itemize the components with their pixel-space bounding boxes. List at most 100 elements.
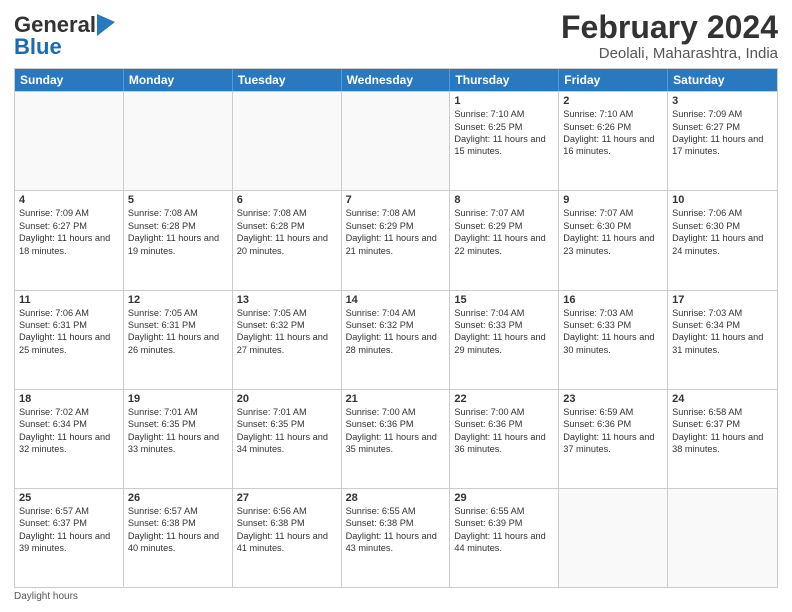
cal-cell-day-25: 25Sunrise: 6:57 AMSunset: 6:37 PMDayligh… <box>15 489 124 587</box>
day-number: 8 <box>454 194 554 206</box>
sunset-text: Sunset: 6:35 PM <box>237 418 337 430</box>
day-number: 14 <box>346 294 446 306</box>
cal-cell-day-5: 5Sunrise: 7:08 AMSunset: 6:28 PMDaylight… <box>124 191 233 289</box>
cal-cell-day-26: 26Sunrise: 6:57 AMSunset: 6:38 PMDayligh… <box>124 489 233 587</box>
main-title: February 2024 <box>561 10 778 45</box>
sunset-text: Sunset: 6:27 PM <box>672 121 773 133</box>
cal-cell-empty <box>342 92 451 190</box>
logo-general: General <box>14 14 96 36</box>
cal-cell-day-23: 23Sunrise: 6:59 AMSunset: 6:36 PMDayligh… <box>559 390 668 488</box>
daylight-text: Daylight: 11 hours and 21 minutes. <box>346 232 446 257</box>
sunset-text: Sunset: 6:28 PM <box>128 220 228 232</box>
subtitle: Deolali, Maharashtra, India <box>561 45 778 62</box>
sunset-text: Sunset: 6:32 PM <box>237 319 337 331</box>
cal-cell-empty <box>233 92 342 190</box>
sunrise-text: Sunrise: 6:59 AM <box>563 406 663 418</box>
cal-row-1: 4Sunrise: 7:09 AMSunset: 6:27 PM Daylight… <box>15 190 777 289</box>
daylight-text: Daylight: 11 hours and 37 minutes. <box>563 431 663 456</box>
sunrise-text: Sunrise: 7:07 AM <box>563 207 663 219</box>
day-number: 10 <box>672 194 773 206</box>
daylight-text: Daylight: 11 hours and 28 minutes. <box>346 331 446 356</box>
cal-cell-day-20: 20Sunrise: 7:01 AMSunset: 6:35 PMDayligh… <box>233 390 342 488</box>
day-number: 2 <box>563 95 663 107</box>
daylight-text: Daylight: 11 hours and 36 minutes. <box>454 431 554 456</box>
cal-cell-day-12: 12Sunrise: 7:05 AMSunset: 6:31 PMDayligh… <box>124 291 233 389</box>
calendar-header-row: SundayMondayTuesdayWednesdayThursdayFrid… <box>15 69 777 91</box>
day-number: 4 <box>19 194 119 206</box>
day-number: 28 <box>346 492 446 504</box>
sunrise-text: Sunrise: 6:55 AM <box>454 505 554 517</box>
day-number: 1 <box>454 95 554 107</box>
sunrise-text: Sunrise: 7:03 AM <box>563 307 663 319</box>
daylight-text: Daylight: 11 hours and 44 minutes. <box>454 530 554 555</box>
sunrise-text: Sunrise: 7:08 AM <box>237 207 337 219</box>
day-number: 12 <box>128 294 228 306</box>
sunset-text: Sunset: 6:34 PM <box>672 319 773 331</box>
sunset-text: Sunset: 6:38 PM <box>346 517 446 529</box>
sunset-text: Sunset: 6:35 PM <box>128 418 228 430</box>
cal-cell-empty <box>559 489 668 587</box>
cal-cell-day-8: 8Sunrise: 7:07 AMSunset: 6:29 PMDaylight… <box>450 191 559 289</box>
sunrise-text: Sunrise: 7:09 AM <box>19 207 119 219</box>
cal-cell-day-15: 15Sunrise: 7:04 AMSunset: 6:33 PMDayligh… <box>450 291 559 389</box>
cal-cell-empty <box>668 489 777 587</box>
footer-note: Daylight hours <box>14 588 778 602</box>
daylight-text: Daylight: 11 hours and 38 minutes. <box>672 431 773 456</box>
day-number: 25 <box>19 492 119 504</box>
sunrise-text: Sunrise: 6:57 AM <box>19 505 119 517</box>
day-number: 7 <box>346 194 446 206</box>
day-number: 11 <box>19 294 119 306</box>
cal-cell-empty <box>124 92 233 190</box>
sunrise-text: Sunrise: 7:08 AM <box>346 207 446 219</box>
cal-cell-day-19: 19Sunrise: 7:01 AMSunset: 6:35 PMDayligh… <box>124 390 233 488</box>
day-number: 24 <box>672 393 773 405</box>
sunrise-text: Sunrise: 7:07 AM <box>454 207 554 219</box>
page: General Blue February 2024 Deolali, Maha… <box>0 0 792 612</box>
cal-cell-day-14: 14Sunrise: 7:04 AMSunset: 6:32 PMDayligh… <box>342 291 451 389</box>
sunrise-text: Sunrise: 7:05 AM <box>237 307 337 319</box>
sunset-text: Sunset: 6:37 PM <box>672 418 773 430</box>
sunrise-text: Sunrise: 7:02 AM <box>19 406 119 418</box>
daylight-text: Daylight: 11 hours and 40 minutes. <box>128 530 228 555</box>
day-number: 29 <box>454 492 554 504</box>
cal-header-wednesday: Wednesday <box>342 69 451 91</box>
daylight-text: Daylight: 11 hours and 33 minutes. <box>128 431 228 456</box>
logo: General Blue <box>14 14 115 59</box>
cal-cell-day-4: 4Sunrise: 7:09 AMSunset: 6:27 PMDaylight… <box>15 191 124 289</box>
sunset-text: Sunset: 6:34 PM <box>19 418 119 430</box>
sunrise-text: Sunrise: 6:57 AM <box>128 505 228 517</box>
sunset-text: Sunset: 6:31 PM <box>19 319 119 331</box>
sunset-text: Sunset: 6:27 PM <box>19 220 119 232</box>
day-number: 6 <box>237 194 337 206</box>
sunrise-text: Sunrise: 6:58 AM <box>672 406 773 418</box>
cal-header-sunday: Sunday <box>15 69 124 91</box>
day-number: 20 <box>237 393 337 405</box>
calendar: SundayMondayTuesdayWednesdayThursdayFrid… <box>14 68 778 588</box>
sunset-text: Sunset: 6:30 PM <box>672 220 773 232</box>
sunrise-text: Sunrise: 7:04 AM <box>454 307 554 319</box>
daylight-text: Daylight: 11 hours and 15 minutes. <box>454 133 554 158</box>
sunset-text: Sunset: 6:28 PM <box>237 220 337 232</box>
cal-row-3: 18Sunrise: 7:02 AMSunset: 6:34 PMDayligh… <box>15 389 777 488</box>
sunset-text: Sunset: 6:38 PM <box>237 517 337 529</box>
sunrise-text: Sunrise: 7:06 AM <box>19 307 119 319</box>
sunset-text: Sunset: 6:36 PM <box>346 418 446 430</box>
sunrise-text: Sunrise: 7:01 AM <box>128 406 228 418</box>
day-number: 9 <box>563 194 663 206</box>
day-number: 16 <box>563 294 663 306</box>
sunrise-text: Sunrise: 6:56 AM <box>237 505 337 517</box>
sunrise-text: Sunrise: 7:00 AM <box>454 406 554 418</box>
daylight-text: Daylight: 11 hours and 29 minutes. <box>454 331 554 356</box>
daylight-text: Daylight: 11 hours and 22 minutes. <box>454 232 554 257</box>
sunrise-text: Sunrise: 7:10 AM <box>563 108 663 120</box>
daylight-text: Daylight: 11 hours and 30 minutes. <box>563 331 663 356</box>
cal-header-thursday: Thursday <box>450 69 559 91</box>
sunset-text: Sunset: 6:33 PM <box>563 319 663 331</box>
cal-cell-day-1: 1Sunrise: 7:10 AMSunset: 6:25 PMDaylight… <box>450 92 559 190</box>
sunset-text: Sunset: 6:37 PM <box>19 517 119 529</box>
sunset-text: Sunset: 6:31 PM <box>128 319 228 331</box>
logo-blue: Blue <box>14 34 62 59</box>
sunset-text: Sunset: 6:25 PM <box>454 121 554 133</box>
daylight-text: Daylight: 11 hours and 39 minutes. <box>19 530 119 555</box>
cal-row-0: 1 Sunrise: 7:10 AM Sunset: 6:25 PMDaylight… <box>15 91 777 190</box>
